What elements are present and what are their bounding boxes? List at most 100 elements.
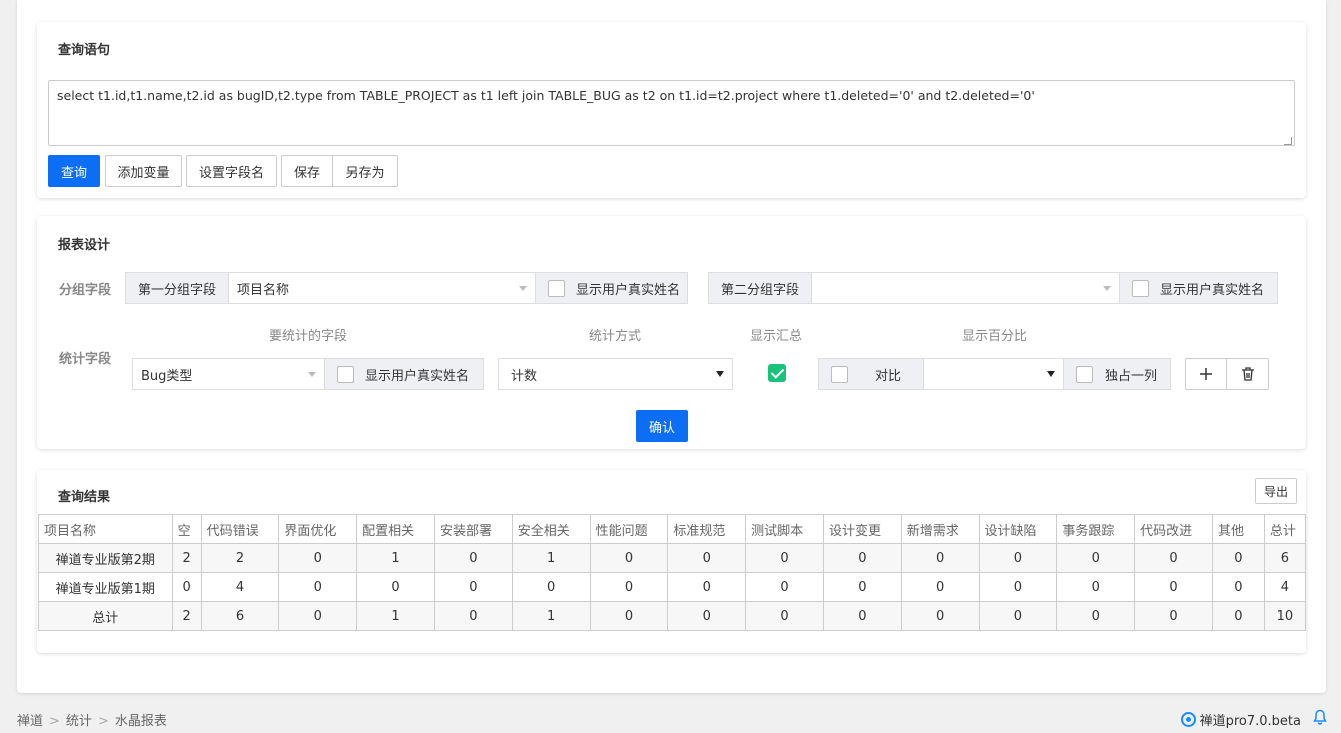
group1-real-name-toggle[interactable]: 显示用户真实姓名	[535, 272, 688, 304]
value-cell: 0	[278, 601, 358, 631]
own-column-toggle[interactable]: 独占一列	[1063, 358, 1171, 390]
stat-field-select[interactable]: Bug类型	[132, 358, 325, 390]
value-cell: 0	[667, 601, 747, 631]
query-panel: 查询语句 select t1.id,t1.name,t2.id as bugID…	[37, 22, 1306, 198]
value-cell: 0	[745, 572, 824, 602]
summary-checkbox[interactable]	[768, 364, 786, 382]
value-cell: 0	[589, 601, 669, 631]
stat-method-select[interactable]: 计数	[498, 358, 733, 390]
value-cell: 0	[822, 601, 902, 631]
value-cell: 0	[745, 543, 824, 573]
value-cell: 0	[900, 601, 980, 631]
value-cell: 0	[900, 572, 980, 602]
value-cell: 0	[1134, 572, 1213, 602]
result-panel: 查询结果 导出 项目名称空代码错误 界面优化 配置相关 安装部署 安全相关 性能问题 标准规…	[37, 470, 1307, 653]
value-cell: 4	[200, 572, 280, 602]
breadcrumb: 禅道 > 统计 > 水晶报表	[17, 710, 167, 729]
value-cell: 0	[278, 572, 358, 602]
export-button[interactable]: 导出	[1255, 478, 1297, 504]
value-cell: 0	[667, 543, 747, 573]
design-panel-title: 报表设计	[58, 238, 111, 253]
result-table: 项目名称空代码错误 界面优化 配置相关 安装部署 安全相关 性能问题 标准规范 测试脚本 设计变…	[38, 514, 1307, 631]
delete-stat-button[interactable]	[1226, 358, 1269, 390]
value-cell: 0	[1056, 572, 1136, 602]
compare-select[interactable]	[923, 358, 1064, 390]
col-head-summary: 显示汇总	[750, 329, 803, 344]
footer-bar: 禅道 > 统计 > 水晶报表 禅道pro7.0.beta	[0, 701, 1341, 733]
version-info[interactable]: 禅道pro7.0.beta	[1180, 710, 1301, 729]
checkbox-icon[interactable]	[337, 365, 354, 383]
save-as-button[interactable]: 另存为	[332, 155, 398, 187]
value-cell: 0	[822, 572, 902, 602]
value-cell: 0	[433, 572, 513, 602]
value-cell: 1	[356, 543, 435, 573]
compare-label: 对比	[875, 368, 902, 384]
bell-icon[interactable]	[1313, 709, 1327, 725]
value-cell: 0	[1211, 601, 1265, 631]
value-cell: 0	[978, 572, 1058, 602]
group1-addon: 第一分组字段	[125, 272, 229, 304]
value-cell: 0	[1056, 543, 1136, 573]
value-cell: 0	[667, 572, 747, 602]
group1-value: 项目名称	[237, 282, 290, 298]
sql-input[interactable]: select t1.id,t1.name,t2.id as bugID,t2.t…	[48, 80, 1295, 146]
plus-icon	[1200, 368, 1212, 380]
add-variable-button[interactable]: 添加变量	[105, 155, 182, 187]
table-header-cell: 总计	[1263, 514, 1307, 544]
resize-grip-icon[interactable]	[1284, 137, 1292, 145]
col-head-method: 统计方式	[589, 329, 642, 344]
value-cell: 0	[278, 543, 358, 573]
value-cell: 0	[356, 572, 435, 602]
checkbox-icon[interactable]	[1132, 279, 1149, 297]
table-header-row: 项目名称空代码错误 界面优化 配置相关 安装部署 安全相关 性能问题 标准规范 测试脚本 设计变…	[38, 514, 1307, 544]
value-cell: 0	[511, 572, 591, 602]
breadcrumb-item[interactable]: 统计	[66, 714, 92, 729]
table-row: 总计 2 6 0 1 0 1 0 0 0 0 0 0 0 0 0 10	[38, 601, 1307, 631]
query-panel-title: 查询语句	[58, 43, 111, 58]
checkbox-icon[interactable]	[831, 365, 848, 383]
own-column-label: 独占一列	[1105, 368, 1158, 384]
stat-real-name-label: 显示用户真实姓名	[365, 368, 470, 384]
row-label-cell: 禅道专业版第2期	[38, 543, 173, 573]
value-cell: 0	[1134, 601, 1213, 631]
checkbox-icon[interactable]	[1076, 365, 1093, 383]
breadcrumb-item[interactable]: 禅道	[17, 714, 43, 729]
stat-field-value: Bug类型	[141, 368, 193, 384]
row-label-cell: 总计	[38, 601, 173, 631]
col-head-field: 要统计的字段	[269, 329, 348, 344]
group2-real-name-toggle[interactable]: 显示用户真实姓名	[1119, 272, 1278, 304]
table-header-cell: 安装部署	[433, 514, 513, 544]
trash-icon	[1241, 367, 1254, 381]
value-cell: 0	[1056, 601, 1136, 631]
value-cell: 1	[511, 601, 591, 631]
stat-real-name-toggle[interactable]: 显示用户真实姓名	[324, 358, 484, 390]
table-header-cell: 界面优化	[278, 514, 358, 544]
add-stat-button[interactable]	[1185, 358, 1227, 390]
chevron-down-icon	[1047, 371, 1055, 377]
value-cell: 0	[171, 572, 202, 602]
checkbox-icon[interactable]	[548, 279, 565, 297]
value-cell: 0	[822, 543, 902, 573]
group2-select[interactable]	[811, 272, 1120, 304]
compare-toggle[interactable]: 对比	[818, 358, 924, 390]
value-cell: 0	[589, 572, 669, 602]
value-cell: 0	[433, 601, 513, 631]
table-header-cell: 安全相关	[511, 514, 591, 544]
value-cell: 6	[200, 601, 280, 631]
breadcrumb-separator-icon: >	[49, 714, 60, 729]
value-cell: 0	[1211, 572, 1265, 602]
table-row: 禅道专业版第2期 2 2 0 1 0 1 0 0 0 0 0 0 0 0 0 6	[38, 543, 1307, 573]
confirm-button[interactable]: 确认	[636, 410, 688, 442]
value-cell: 0	[589, 543, 669, 573]
chevron-down-icon	[519, 286, 527, 291]
query-button[interactable]: 查询	[48, 155, 100, 187]
value-cell: 4	[1263, 572, 1307, 602]
breadcrumb-item: 水晶报表	[114, 714, 167, 729]
group1-select[interactable]: 项目名称	[228, 272, 536, 304]
table-header-cell: 设计变更	[822, 514, 902, 544]
design-panel: 报表设计 分组字段 第一分组字段 项目名称 显示用户真实姓名 第二分组字段 显示…	[37, 216, 1306, 449]
table-header-cell: 新增需求	[900, 514, 980, 544]
set-field-name-button[interactable]: 设置字段名	[186, 155, 277, 187]
save-button[interactable]: 保存	[281, 155, 333, 187]
value-cell: 6	[1263, 543, 1307, 573]
